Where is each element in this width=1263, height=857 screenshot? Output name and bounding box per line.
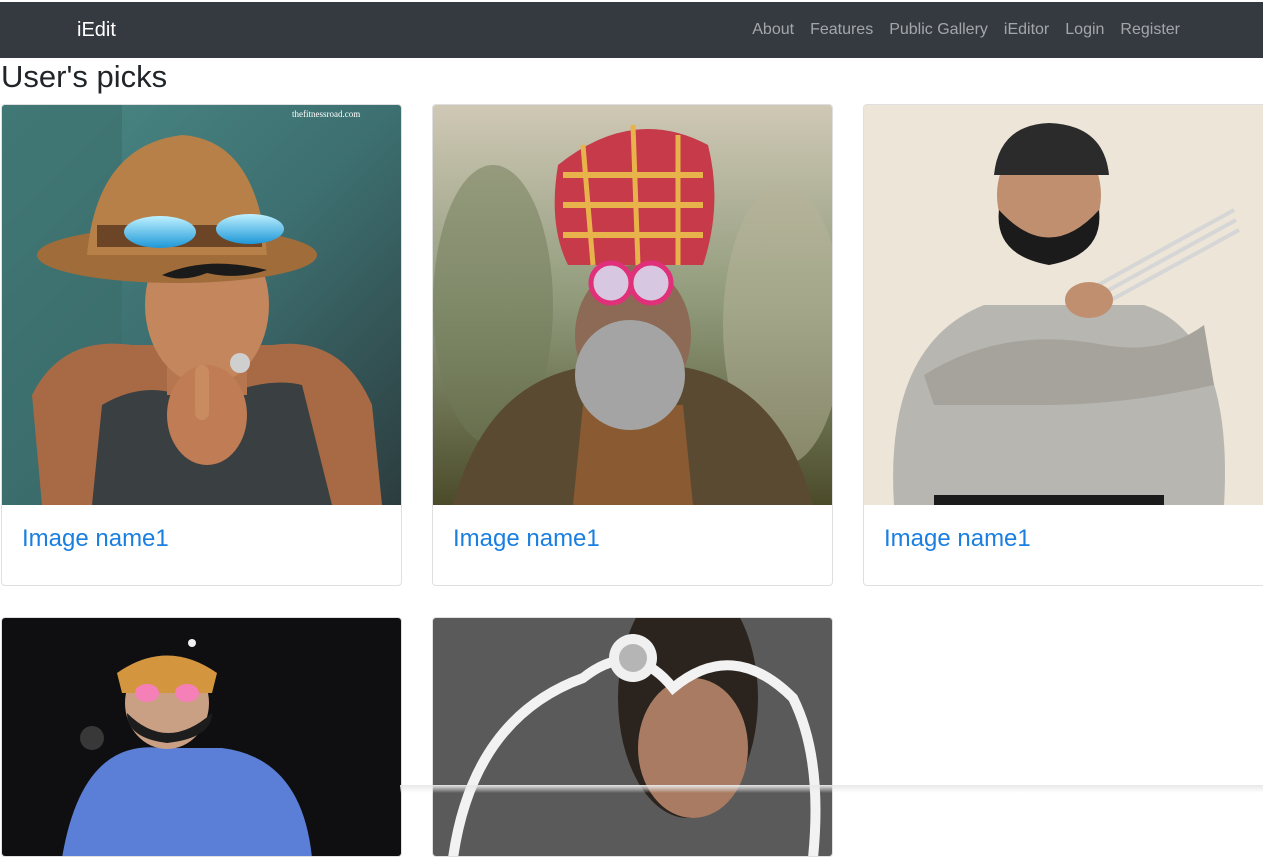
page-title: User's picks xyxy=(1,59,168,94)
card-title[interactable]: Image name1 xyxy=(22,525,169,553)
nav-public-gallery[interactable]: Public Gallery xyxy=(889,20,988,40)
gallery-card[interactable] xyxy=(432,617,833,857)
brand-logo[interactable]: iEdit xyxy=(77,19,116,41)
card-title[interactable]: Image name1 xyxy=(453,525,600,553)
nav-ieditor[interactable]: iEditor xyxy=(1004,20,1049,40)
navbar: iEdit About Features Public Gallery iEdi… xyxy=(0,2,1263,58)
gallery-card[interactable]: thefitnessroad.com Image name1 xyxy=(1,104,402,586)
card-image-man-heart-glasses[interactable] xyxy=(2,618,401,856)
nav-links: About Features Public Gallery iEditor Lo… xyxy=(752,20,1180,40)
gallery-card[interactable]: Image name1 xyxy=(432,104,833,586)
gallery-card[interactable] xyxy=(1,617,402,857)
nav-about[interactable]: About xyxy=(752,20,794,40)
card-title[interactable]: Image name1 xyxy=(884,525,1031,553)
nav-register[interactable]: Register xyxy=(1120,20,1180,40)
card-image-man-beanie-claws[interactable] xyxy=(864,105,1263,505)
bottom-shadow xyxy=(400,785,1263,793)
card-body: Image name1 xyxy=(2,505,401,585)
watermark-text: thefitnessroad.com xyxy=(292,109,360,119)
gallery-card[interactable]: Image name1 xyxy=(863,104,1263,586)
card-image-man-ornate-frame[interactable] xyxy=(433,618,832,856)
card-image-man-turban[interactable] xyxy=(433,105,832,505)
nav-features[interactable]: Features xyxy=(810,20,873,40)
card-body: Image name1 xyxy=(433,505,832,585)
card-image-man-hat-sunglasses[interactable]: thefitnessroad.com xyxy=(2,105,401,505)
nav-login[interactable]: Login xyxy=(1065,20,1104,40)
card-body: Image name1 xyxy=(864,505,1263,585)
